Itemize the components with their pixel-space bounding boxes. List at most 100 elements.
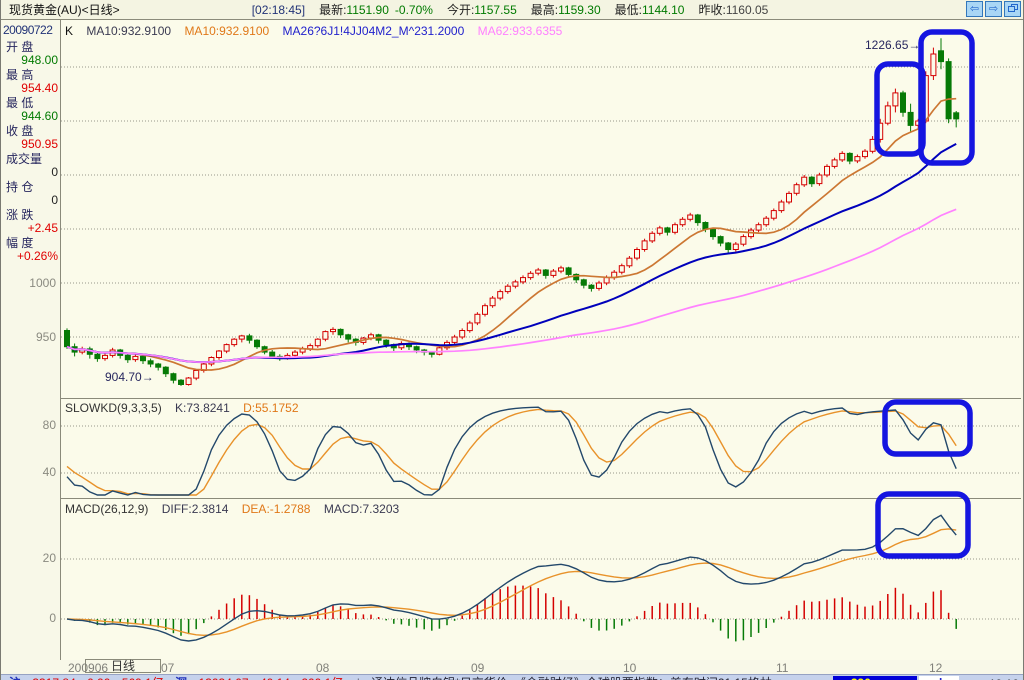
candle-body (482, 305, 488, 315)
candle-body (292, 351, 298, 356)
candle-body (907, 111, 914, 126)
legend-ma10: MA10:932.9100 (184, 24, 270, 38)
candle-body (945, 61, 952, 120)
restore-window-icon (1008, 4, 1018, 12)
candle-body (679, 218, 686, 226)
restore-window-button[interactable] (1004, 1, 1021, 17)
candle-body (155, 363, 162, 368)
month-label: 10 (623, 661, 637, 675)
shanghai-index-change: 0.90 (87, 676, 110, 680)
candle-body (915, 120, 922, 126)
status-bar: 沪 3317.84 0.90 569.1亿 深 13034.07 40.14 2… (1, 674, 1023, 680)
candle-body (535, 269, 542, 274)
candle-body (649, 232, 656, 242)
forward-arrow-button[interactable]: ⇨ (985, 1, 1002, 17)
candle-body (938, 50, 944, 63)
slowkd-d-value: D:55.1752 (243, 401, 299, 415)
open-label: 今开: (446, 3, 475, 17)
month-label: 12 (929, 661, 943, 675)
main-axis-tick: 950 (35, 330, 56, 344)
time-axis-row: 日线 200906 07 08 09 10 11 12 (1, 659, 1023, 675)
candle-body (877, 122, 884, 140)
low-label: 最低: (614, 3, 642, 17)
candle-body (64, 330, 70, 348)
candle-body (94, 353, 101, 360)
main-candlestick-chart[interactable] (61, 20, 1021, 399)
legend-ma62: MA62:933.6355 (477, 24, 563, 38)
macd-diff-line (66, 514, 957, 642)
volume-row-value: 0 (51, 165, 58, 179)
legend-k: K (65, 24, 74, 38)
window-buttons: ⇦ ⇨ (966, 1, 1021, 17)
candle-body (542, 269, 549, 276)
high-price-annotation: 1226.65→ (865, 38, 921, 52)
candle-body (755, 224, 762, 231)
candle-body (504, 285, 511, 293)
candle-body (520, 277, 526, 283)
candle-body (132, 355, 139, 361)
sidebar-row-volume: 成交量 0 (1, 153, 60, 179)
month-label: 09 (471, 661, 485, 675)
back-arrow-button[interactable]: ⇦ (966, 1, 983, 17)
candle-body (900, 92, 906, 113)
shenzhen-index-value: 13034.07 (199, 676, 249, 680)
candle-body (231, 338, 238, 346)
candle-body (588, 284, 595, 289)
range-row-value: +0.26% (16, 249, 58, 263)
main-chart-legend: K MA10:932.9100 MA10:932.9100 MA26?6J1!4… (65, 24, 562, 38)
candle-body (702, 222, 709, 230)
candle-body (193, 370, 200, 379)
candle-body (603, 277, 610, 284)
shanghai-index-value: 3317.84 (32, 676, 75, 680)
candle-body (223, 344, 230, 352)
legend-ma10-dark: MA10:932.9100 (86, 24, 172, 38)
kd-axis-tick: 80 (42, 418, 56, 432)
macd-indicator-chart[interactable] (61, 499, 1021, 661)
candle-body (763, 217, 770, 226)
candle-body (459, 330, 466, 338)
candle-body (512, 281, 519, 287)
candle-body (178, 379, 184, 386)
filter-icon[interactable]: ▼↓ (963, 676, 981, 680)
ma62-line (66, 208, 957, 363)
candle-body (694, 214, 701, 224)
candle-body (565, 267, 572, 275)
candle-body (808, 176, 815, 185)
candle-body (626, 257, 633, 267)
month-label: 11 (776, 661, 789, 675)
candle-body (618, 265, 625, 273)
macd-name: MACD(26,12,9) (65, 502, 149, 516)
macd-dea-value: DEA:-1.2788 (241, 502, 311, 516)
candle-body (816, 174, 823, 185)
market-up-count-badge: ▲390 (833, 676, 917, 680)
candle-body (672, 224, 678, 233)
status-divider: | (357, 676, 360, 680)
candle-body (550, 270, 557, 276)
high-row-value: 954.40 (21, 81, 58, 95)
candle-body (413, 346, 420, 351)
candle-body (322, 331, 329, 340)
candle-body (527, 272, 534, 279)
ma10-line (66, 97, 957, 371)
candle-body (269, 351, 276, 357)
sidebar-row-low: 最 低 944.60 (1, 97, 60, 123)
sidebar-row-high: 最 高 954.40 (1, 69, 60, 95)
candle-body (717, 236, 724, 244)
candle-body (770, 210, 777, 219)
candle-body (740, 236, 747, 245)
pobo-brand-logo: pobo (919, 676, 959, 680)
open-price: 1157.55 (474, 2, 517, 17)
open-row-value: 948.00 (21, 53, 58, 67)
prev-close-price: 1160.05 (725, 2, 769, 17)
candle-body (725, 242, 732, 250)
candle-body (732, 243, 739, 251)
candle-body (162, 366, 169, 375)
close-row-value: 950.95 (21, 137, 58, 151)
candle-body (869, 138, 876, 152)
sidebar-row-range: 幅 度 +0.26% (1, 237, 60, 263)
slowkd-legend: SLOWKD(9,3,3,5) K:73.8241 D:55.1752 (65, 401, 309, 415)
shenzhen-index-change: 40.14 (260, 676, 290, 680)
instrument-title: 现货黄金(AU)<日线> (9, 3, 120, 17)
candle-body (246, 335, 253, 341)
candle-body (831, 159, 838, 167)
